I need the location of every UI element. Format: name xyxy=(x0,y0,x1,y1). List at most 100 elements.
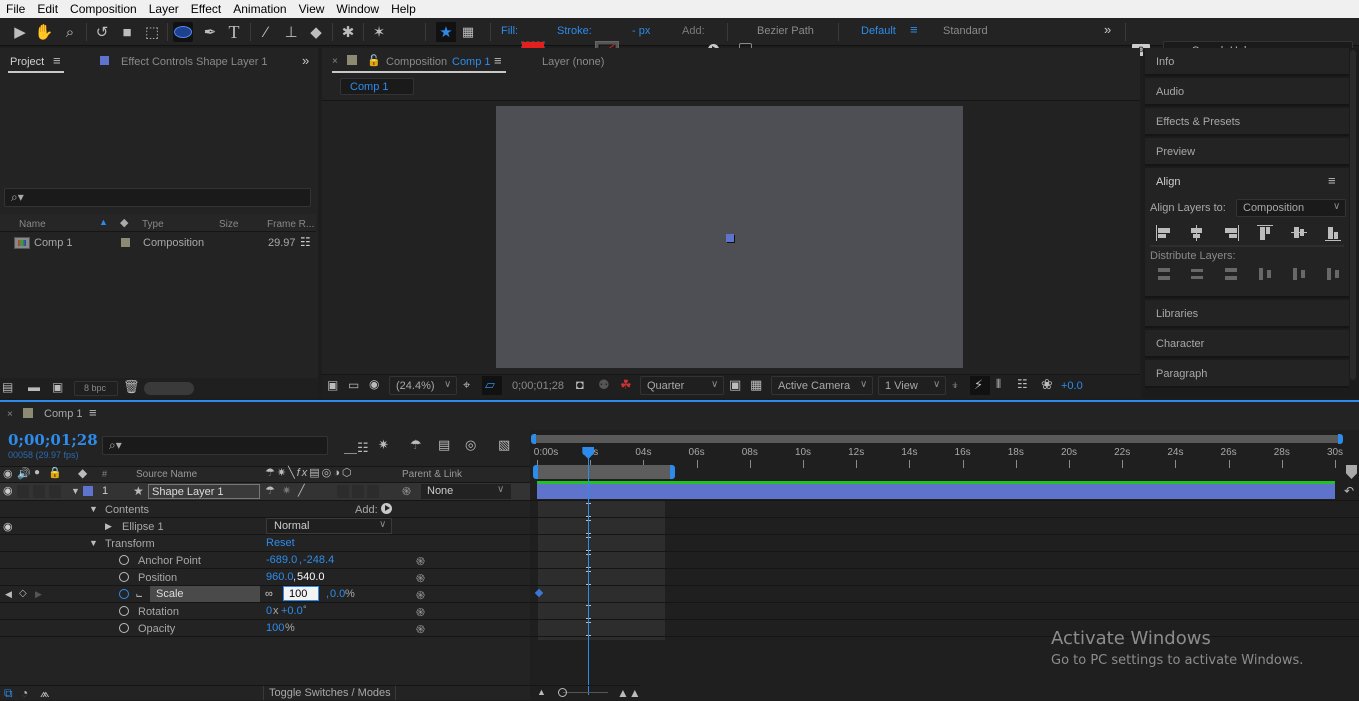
menu-help[interactable]: Help xyxy=(385,2,422,16)
lock-switch-icon[interactable]: 🔒 xyxy=(48,466,62,479)
col-source-name[interactable]: Source Name xyxy=(136,469,197,480)
trash-icon[interactable]: 🗑 xyxy=(123,379,140,395)
tab-layer[interactable]: Layer (none) xyxy=(542,56,604,68)
anchor-point-x[interactable]: -689.0 xyxy=(266,554,297,566)
col-number[interactable]: # xyxy=(102,469,107,479)
align-bottom-icon[interactable] xyxy=(1325,225,1341,241)
video-switch-icon[interactable]: ◉ xyxy=(3,467,13,480)
composition-mini-flowchart-icon[interactable]: ⸏☷ xyxy=(344,438,369,456)
region-of-interest-icon[interactable]: ▣ xyxy=(729,377,741,393)
layer-audio-switch[interactable] xyxy=(17,485,29,498)
distribute-vertical-center-icon[interactable] xyxy=(1189,266,1205,282)
label-color-swatch[interactable] xyxy=(121,238,130,247)
menu-edit[interactable]: Edit xyxy=(31,2,64,16)
expand-triangle-icon[interactable]: ▼ xyxy=(71,486,80,496)
hand-tool-icon[interactable]: ✋ xyxy=(34,22,54,42)
vr-goggles-icon[interactable]: ◉ xyxy=(369,377,379,391)
comp-breadcrumb[interactable]: Comp 1 xyxy=(340,78,414,95)
ellipse-visibility-eye-icon[interactable]: ◉ xyxy=(3,520,13,533)
stopwatch-icon[interactable] xyxy=(119,606,129,616)
adjustment-layer-switch[interactable] xyxy=(367,485,379,498)
project-search-input[interactable]: ⌕▾ xyxy=(4,188,311,207)
scale-y[interactable]: 0.0 xyxy=(330,588,345,600)
label-tag-icon[interactable]: ◆ xyxy=(78,466,87,480)
bpc-button[interactable]: 8 bpc xyxy=(74,381,118,396)
zoom-in-mountain-icon[interactable]: ▲▲ xyxy=(617,686,641,700)
col-type[interactable]: Type xyxy=(142,219,164,230)
layer-name-field[interactable]: Shape Layer 1 xyxy=(148,484,260,499)
work-area-bar[interactable] xyxy=(537,465,670,479)
motion-blur-switch[interactable] xyxy=(352,485,364,498)
frame-blend-switch[interactable] xyxy=(337,485,349,498)
solo-switch-icon[interactable]: ● xyxy=(34,467,40,478)
workspace-default[interactable]: Default xyxy=(861,25,896,37)
menu-animation[interactable]: Animation xyxy=(227,2,292,16)
snapshot-icon[interactable]: ◘ xyxy=(576,377,584,392)
layer-lock-switch[interactable] xyxy=(49,485,61,498)
in-out-toggle-icon[interactable]: ⩕ xyxy=(40,686,49,701)
timeline-menu-icon[interactable]: ≡ xyxy=(89,405,97,420)
menu-view[interactable]: View xyxy=(293,2,331,16)
puppet-pin-tool-icon[interactable]: ✶ xyxy=(369,22,389,42)
label-tag-icon[interactable]: ◆ xyxy=(120,216,128,229)
work-area-end-handle[interactable] xyxy=(670,465,675,479)
selection-tool-icon[interactable]: ▶ xyxy=(10,22,30,42)
next-keyframe-icon[interactable]: ▶ xyxy=(35,589,42,600)
stroke-width[interactable]: - px xyxy=(632,25,650,37)
pen-tool-icon[interactable]: ✒ xyxy=(200,22,220,42)
project-item-row[interactable]: Comp 1 Composition 29.97 ☷ xyxy=(0,234,318,252)
timeline-zoom-slider-thumb[interactable] xyxy=(558,688,567,697)
layer-bar-pickwhip-icon[interactable]: ↶ xyxy=(1344,484,1354,498)
right-panel-scrollbar[interactable] xyxy=(1350,50,1356,380)
work-area-start-handle[interactable] xyxy=(533,465,538,479)
layer-switches-toggle-icon[interactable]: ⧉ xyxy=(4,686,13,701)
show-snapshot-icon[interactable]: ⚉ xyxy=(598,377,610,393)
col-parent-link[interactable]: Parent & Link xyxy=(402,469,462,480)
previous-keyframe-icon[interactable]: ◀ xyxy=(5,589,12,600)
expression-pickwhip-icon[interactable]: ֎ xyxy=(416,571,425,586)
timeline-tab-name[interactable]: Comp 1 xyxy=(44,408,83,420)
playhead-line[interactable] xyxy=(588,455,590,695)
layer-label-swatch[interactable] xyxy=(83,486,93,496)
panel-overflow-icon[interactable]: » xyxy=(302,53,309,68)
collapse-switch-icon[interactable]: ✷ xyxy=(282,484,291,497)
menu-file[interactable]: File xyxy=(0,2,31,16)
workspace-standard[interactable]: Standard xyxy=(943,25,988,37)
blend-mode-dropdown[interactable]: Normal ∨ xyxy=(266,518,392,534)
shy-layers-icon[interactable]: ☂ xyxy=(410,437,422,453)
distribute-left-icon[interactable] xyxy=(1257,266,1273,282)
position-y[interactable]: 540.0 xyxy=(297,571,325,583)
toggle-pixel-aspect-icon[interactable]: ⍖ xyxy=(951,377,959,393)
transform-reset-link[interactable]: Reset xyxy=(266,537,295,549)
camera-dropdown[interactable]: Active Camera ∨ xyxy=(771,376,873,395)
title-action-safe-icon[interactable]: ⌖ xyxy=(463,377,470,393)
timeline-icon[interactable]: ⫴ xyxy=(996,377,1001,392)
workspace-overflow-icon[interactable]: » xyxy=(1104,22,1111,37)
transform-expand-icon[interactable]: ▼ xyxy=(89,538,98,548)
panel-preview[interactable]: Preview xyxy=(1145,138,1349,166)
add-keyframe-icon[interactable]: ◇ xyxy=(19,588,27,599)
distribute-top-icon[interactable] xyxy=(1156,266,1172,282)
composition-tab-prefix[interactable]: Composition xyxy=(386,56,447,68)
mask-checker-icon[interactable]: ▦ xyxy=(458,22,478,42)
stopwatch-icon[interactable] xyxy=(119,572,129,582)
tab-effect-controls[interactable]: Effect Controls Shape Layer 1 xyxy=(121,56,268,68)
layer-row[interactable]: ◉ ▼ 1 ★ Shape Layer 1 ☂ ✷ ╱ ֎ None ∨ xyxy=(0,483,530,500)
scale-x-input[interactable]: 100 xyxy=(283,586,319,601)
opacity-value[interactable]: 100 xyxy=(266,622,284,634)
position-x[interactable]: 960.0 xyxy=(266,571,294,583)
pan-behind-tool-icon[interactable]: ⬚ xyxy=(142,22,162,42)
ellipse-expand-icon[interactable]: ▶ xyxy=(105,521,112,532)
project-scroll-thumb[interactable] xyxy=(144,382,194,395)
align-right-icon[interactable] xyxy=(1223,225,1239,241)
camera-tool-icon[interactable]: ■ xyxy=(117,22,137,42)
align-left-icon[interactable] xyxy=(1156,225,1172,241)
add-content-icon[interactable] xyxy=(381,503,392,514)
fast-previews-button[interactable]: ⚡ xyxy=(970,376,990,395)
align-menu-icon[interactable]: ≡ xyxy=(1328,173,1336,188)
pick-whip-icon[interactable]: ֎ xyxy=(402,484,411,499)
anchor-point-y[interactable]: -248.4 xyxy=(303,554,334,566)
expression-pickwhip-icon[interactable]: ֎ xyxy=(416,588,425,603)
constrain-proportions-link-icon[interactable]: ∞ xyxy=(265,588,273,600)
close-tab-icon[interactable]: × xyxy=(332,56,338,67)
